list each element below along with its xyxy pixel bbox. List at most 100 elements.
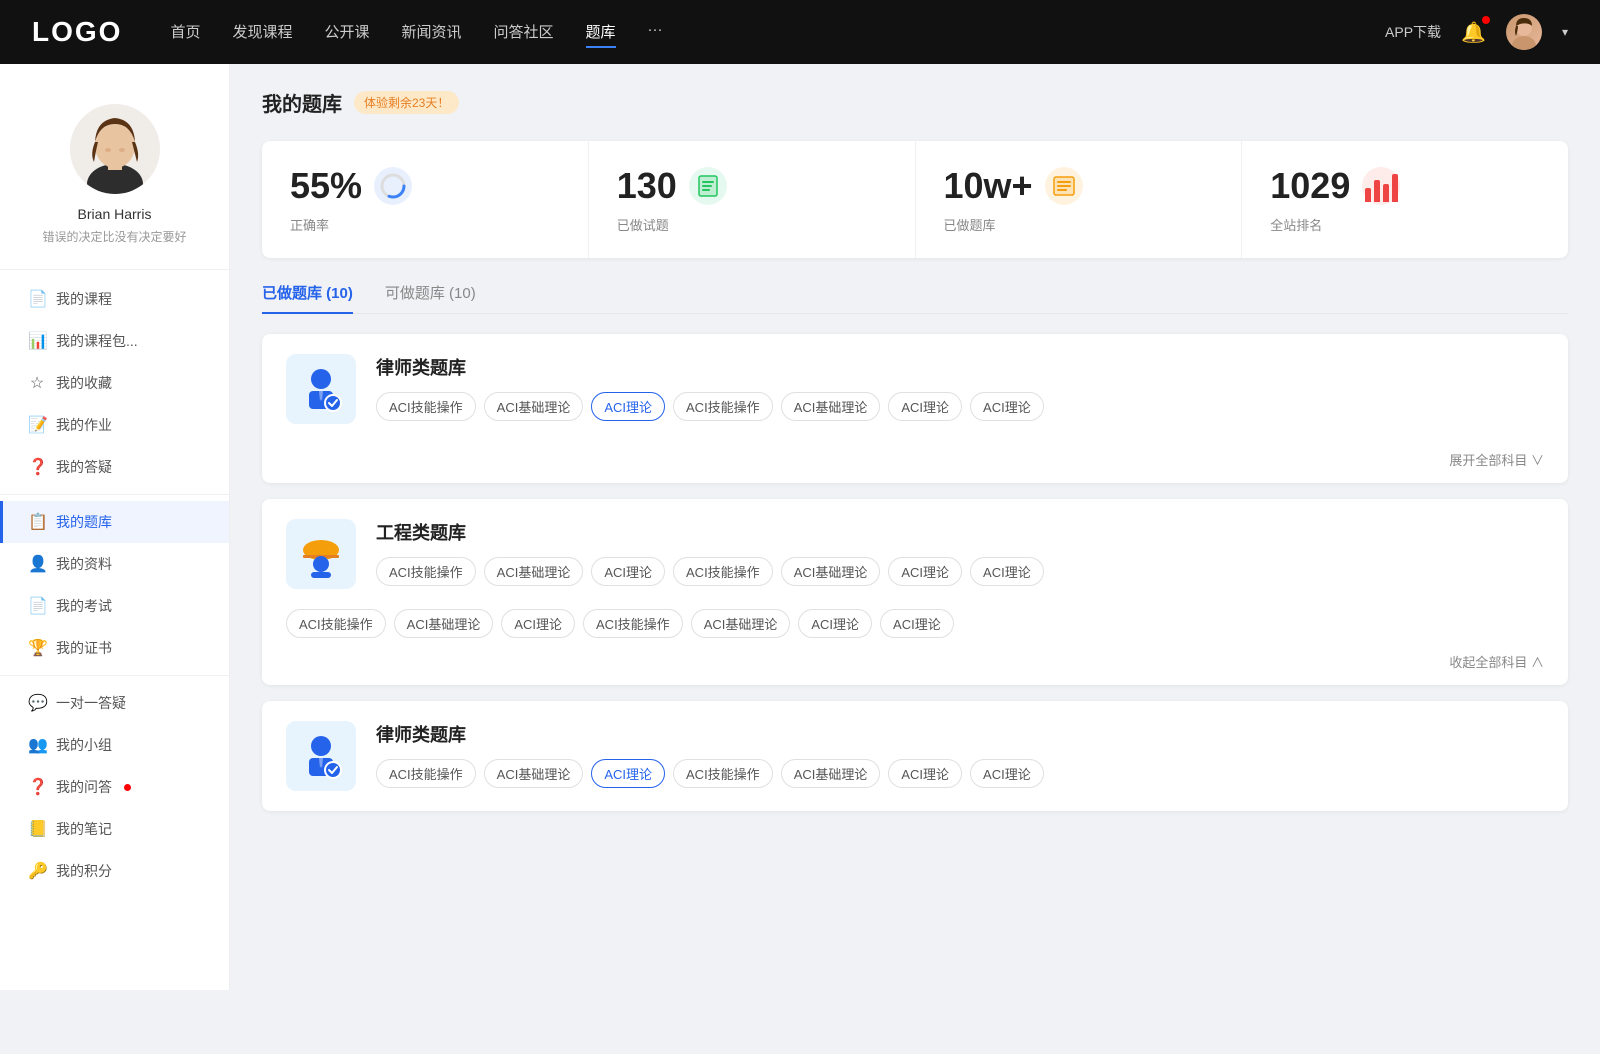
qa-icon: ❓ [28,457,46,477]
nav-questionbank[interactable]: 题库 [586,17,616,48]
expand-link-1[interactable]: 展开全部科目 ∨ [262,444,1568,483]
stat-done-banks: 10w+ 已做题库 [916,141,1243,258]
user-motto: 错误的决定比没有决定要好 [42,228,186,245]
main-layout: Brian Harris 错误的决定比没有决定要好 📄 我的课程 📊 我的课程包… [0,64,1600,990]
sidebar-item-coursepack[interactable]: 📊 我的课程包... [0,320,229,362]
tag-2b-1[interactable]: ACI技能操作 [286,609,386,638]
tag-3-4[interactable]: ACI技能操作 [673,759,773,788]
sidebar-item-profile[interactable]: 👤 我的资料 [0,543,229,585]
tag-2b-3[interactable]: ACI理论 [501,609,575,638]
bar4 [1392,174,1398,202]
bank-name-1: 律师类题库 [376,354,1544,380]
tag-2b-2[interactable]: ACI基础理论 [394,609,494,638]
bank-info-1: 律师类题库 ACI技能操作 ACI基础理论 ACI理论 ACI技能操作 ACI基… [376,354,1544,421]
page-header: 我的题库 体验剩余23天！ [262,88,1568,117]
sidebar-item-qa[interactable]: ❓ 我的答疑 [0,446,229,488]
stat-icon-banks [1045,167,1083,205]
main-content: 我的题库 体验剩余23天！ 55% 正确率 [230,64,1600,990]
tag-2-6[interactable]: ACI理论 [888,557,962,586]
stat-top-done: 130 [617,165,887,207]
tag-2-3[interactable]: ACI理论 [591,557,665,586]
user-avatar-nav[interactable] [1506,14,1542,50]
homework-icon: 📝 [28,415,46,435]
avatar-image [1506,14,1542,50]
coursepack-icon: 📊 [28,331,46,351]
nav-open[interactable]: 公开课 [324,17,369,48]
stats-row: 55% 正确率 130 [262,141,1568,258]
tag-1-4[interactable]: ACI技能操作 [673,392,773,421]
star-icon: ☆ [28,373,46,393]
tag-2-5[interactable]: ACI基础理论 [781,557,881,586]
tag-1-7[interactable]: ACI理论 [970,392,1044,421]
stat-top-accuracy: 55% [290,165,560,207]
tag-1-2[interactable]: ACI基础理论 [484,392,584,421]
sidebar-item-exam[interactable]: 📄 我的考试 [0,585,229,627]
tag-2-1[interactable]: ACI技能操作 [376,557,476,586]
nav-news[interactable]: 新闻资讯 [402,17,462,48]
course-icon: 📄 [28,289,46,309]
nav-menu: 首页 发现课程 公开课 新闻资讯 问答社区 题库 ··· [170,17,1385,48]
tag-3-3[interactable]: ACI理论 [591,759,665,788]
user-profile: Brian Harris 错误的决定比没有决定要好 [0,88,229,270]
bank-header-1: 律师类题库 ACI技能操作 ACI基础理论 ACI理论 ACI技能操作 ACI基… [262,334,1568,444]
qa-badge [124,784,131,791]
tag-3-1[interactable]: ACI技能操作 [376,759,476,788]
bank-header-2: 工程类题库 ACI技能操作 ACI基础理论 ACI理论 ACI技能操作 ACI基… [262,499,1568,609]
tag-1-6[interactable]: ACI理论 [888,392,962,421]
divider2 [0,675,229,676]
notification-badge [1482,16,1490,24]
stat-accuracy: 55% 正确率 [262,141,589,258]
sidebar-item-1on1[interactable]: 💬 一对一答疑 [0,682,229,724]
sidebar-item-favorites[interactable]: ☆ 我的收藏 [0,362,229,404]
app-download-link[interactable]: APP下载 [1385,22,1441,42]
sidebar-item-notes[interactable]: 📒 我的笔记 [0,808,229,850]
tag-2b-4[interactable]: ACI技能操作 [583,609,683,638]
stat-value-ranking: 1029 [1270,165,1350,207]
sidebar-item-group[interactable]: 👥 我的小组 [0,724,229,766]
sidebar-item-points[interactable]: 🔑 我的积分 [0,850,229,892]
nav-home[interactable]: 首页 [170,17,200,48]
tag-2b-5[interactable]: ACI基础理论 [691,609,791,638]
stat-icon-accuracy [374,167,412,205]
tab-available-banks[interactable]: 可做题库 (10) [385,282,476,313]
tags-row-3: ACI技能操作 ACI基础理论 ACI理论 ACI技能操作 ACI基础理论 AC… [376,759,1544,788]
tabs-row: 已做题库 (10) 可做题库 (10) [262,282,1568,314]
nav-qa[interactable]: 问答社区 [494,17,554,48]
sidebar-item-questionbank[interactable]: 📋 我的题库 [0,501,229,543]
bank-info-3: 律师类题库 ACI技能操作 ACI基础理论 ACI理论 ACI技能操作 ACI基… [376,721,1544,788]
group-icon: 👥 [28,735,46,755]
tag-2-4[interactable]: ACI技能操作 [673,557,773,586]
tag-1-1[interactable]: ACI技能操作 [376,392,476,421]
sidebar-item-certificate[interactable]: 🏆 我的证书 [0,627,229,669]
collapse-link-2[interactable]: 收起全部科目 ∧ [262,652,1568,685]
bank-icon: 📋 [28,512,46,532]
stat-top-banks: 10w+ [944,165,1214,207]
sidebar-item-mycourse[interactable]: 📄 我的课程 [0,278,229,320]
tag-1-3[interactable]: ACI理论 [591,392,665,421]
tab-done-banks[interactable]: 已做题库 (10) [262,282,353,313]
tag-3-2[interactable]: ACI基础理论 [484,759,584,788]
page-title: 我的题库 [262,88,342,117]
tag-1-5[interactable]: ACI基础理论 [781,392,881,421]
tag-2b-6[interactable]: ACI理论 [798,609,872,638]
tag-3-6[interactable]: ACI理论 [888,759,962,788]
user-menu-chevron[interactable]: ▾ [1562,25,1568,39]
stat-icon-ranking [1362,167,1400,205]
logo: LOGO [32,16,122,48]
bank-name-3: 律师类题库 [376,721,1544,747]
tag-2-7[interactable]: ACI理论 [970,557,1044,586]
nav-courses[interactable]: 发现课程 [232,17,292,48]
stat-label-banks: 已做题库 [944,215,1214,234]
stat-value-done: 130 [617,165,677,207]
cert-icon: 🏆 [28,638,46,658]
tag-2-2[interactable]: ACI基础理论 [484,557,584,586]
tag-3-7[interactable]: ACI理论 [970,759,1044,788]
sidebar-item-homework[interactable]: 📝 我的作业 [0,404,229,446]
tag-3-5[interactable]: ACI基础理论 [781,759,881,788]
sidebar-item-myqa[interactable]: ❓ 我的问答 [0,766,229,808]
stat-label-accuracy: 正确率 [290,215,560,234]
bank-section-lawyer-1: 律师类题库 ACI技能操作 ACI基础理论 ACI理论 ACI技能操作 ACI基… [262,334,1568,483]
tag-2b-7[interactable]: ACI理论 [880,609,954,638]
notification-bell[interactable]: 🔔 [1461,20,1486,45]
nav-more[interactable]: ··· [648,17,663,48]
